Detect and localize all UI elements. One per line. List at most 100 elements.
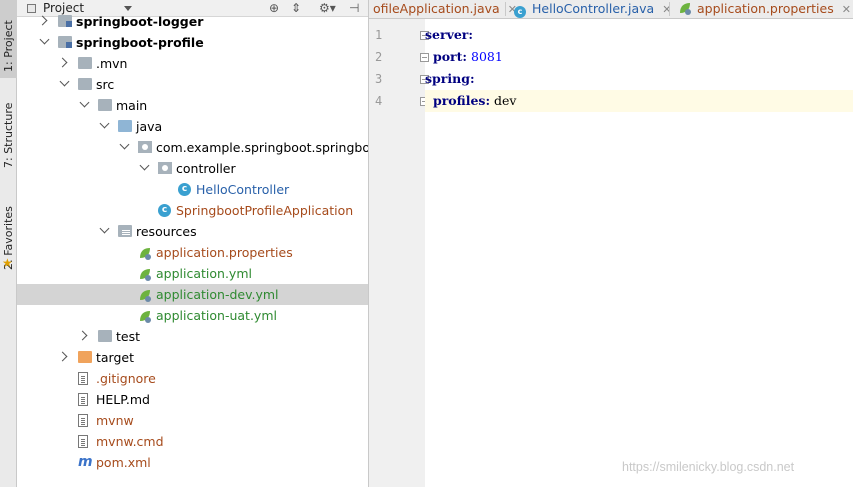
tree-node-label: .gitignore xyxy=(96,371,156,386)
tree-node[interactable]: application.yml xyxy=(17,263,368,284)
tree-node-label: application-uat.yml xyxy=(156,308,277,323)
tree-node-label: SpringbootProfileApplication xyxy=(176,203,354,218)
chevron-down-icon[interactable] xyxy=(99,118,110,129)
tab-divider xyxy=(669,2,670,16)
chevron-down-icon[interactable] xyxy=(119,139,130,150)
tree-node-label: .mvn xyxy=(96,56,128,71)
editor-tab-label: ofileApplication.java xyxy=(373,1,500,16)
text-file-icon xyxy=(78,393,88,406)
tool-window-stripe: 1: Project 7: Structure 2: Favorites ★ xyxy=(0,0,17,487)
module-folder-icon xyxy=(58,36,72,48)
chevron-right-icon[interactable] xyxy=(37,15,48,26)
chevron-down-icon[interactable] xyxy=(139,160,150,171)
tree-node-label: mvnw.cmd xyxy=(96,434,164,449)
spring-config-icon xyxy=(678,1,692,15)
yaml-value: dev xyxy=(490,93,517,108)
tree-node[interactable]: target xyxy=(17,347,368,368)
tree-node[interactable]: java xyxy=(17,116,368,137)
tree-node-label: test xyxy=(116,329,141,344)
tree-node[interactable]: springboot-logger xyxy=(17,11,368,32)
chevron-down-icon[interactable] xyxy=(99,223,110,234)
tree-node[interactable]: mvnw.cmd xyxy=(17,431,368,452)
tree-node[interactable]: .gitignore xyxy=(17,368,368,389)
tree-node[interactable]: test xyxy=(17,326,368,347)
tree-node-label: springboot-profile xyxy=(76,35,204,50)
close-icon[interactable]: ✕ xyxy=(662,3,671,16)
tree-node-label: java xyxy=(136,119,163,134)
package-icon xyxy=(158,162,172,174)
folder-icon xyxy=(98,330,112,342)
structure-tool-tab[interactable]: 7: Structure xyxy=(0,88,17,168)
folder-icon xyxy=(78,78,92,90)
spring-boot-class-icon: c xyxy=(158,204,171,217)
project-tool-tab[interactable]: 1: Project xyxy=(0,0,17,78)
tree-node[interactable]: application-dev.yml xyxy=(17,284,368,305)
text-file-icon xyxy=(78,435,88,448)
tree-node[interactable]: m pom.xml xyxy=(17,452,368,473)
tree-node-label: resources xyxy=(136,224,197,239)
tab-divider xyxy=(505,2,506,16)
code-line[interactable]: server: xyxy=(425,24,473,46)
structure-tool-tab-label: 7: Structure xyxy=(2,102,15,168)
line-number: 3 xyxy=(375,72,383,86)
tree-node[interactable]: c HelloController xyxy=(17,179,368,200)
tree-node-label: application.properties xyxy=(156,245,293,260)
excluded-folder-icon xyxy=(78,351,92,363)
tree-node-label: HELP.md xyxy=(96,392,150,407)
code-line[interactable]: spring: xyxy=(425,68,475,90)
close-icon[interactable]: ✕ xyxy=(842,3,851,16)
spring-config-icon xyxy=(138,309,152,323)
tree-node-label: springboot-logger xyxy=(76,14,204,29)
tree-node[interactable]: .mvn xyxy=(17,53,368,74)
chevron-right-icon[interactable] xyxy=(57,351,68,362)
editor-tab[interactable]: c HelloController.java ✕ xyxy=(510,0,671,18)
code-line[interactable]: profiles: dev xyxy=(425,90,853,112)
editor-tab[interactable]: application.properties ✕ xyxy=(674,0,852,18)
tree-node[interactable]: application-uat.yml xyxy=(17,305,368,326)
module-folder-icon xyxy=(58,15,72,27)
chevron-down-icon[interactable] xyxy=(59,76,70,87)
editor-tab-bar: ofileApplication.java ✕ c HelloController.j… xyxy=(369,0,853,19)
yaml-value: 8081 xyxy=(467,49,503,64)
editor-tab[interactable]: ofileApplication.java ✕ xyxy=(369,0,517,18)
text-file-icon xyxy=(78,414,88,427)
source-folder-icon xyxy=(118,120,132,132)
project-panel: Project ⊕ ⇕ ⚙▾ ⊣ springboot-logger spring… xyxy=(17,0,369,487)
line-number: 1 xyxy=(375,28,383,42)
class-icon: c xyxy=(514,6,526,18)
folder-icon xyxy=(78,57,92,69)
tree-node[interactable]: springboot-profile xyxy=(17,32,368,53)
code-line[interactable]: port: 8081 xyxy=(425,46,503,68)
chevron-down-icon[interactable] xyxy=(79,97,90,108)
spring-config-icon xyxy=(138,246,152,260)
editor-tab-label: HelloController.java xyxy=(532,1,655,16)
tree-node-label: HelloController xyxy=(196,182,290,197)
line-number: 4 xyxy=(375,94,383,108)
editor-content[interactable]: server: port: 8081 spring: profiles: dev xyxy=(425,19,853,487)
tree-node[interactable]: c SpringbootProfileApplication xyxy=(17,200,368,221)
tree-node[interactable]: src xyxy=(17,74,368,95)
chevron-down-icon[interactable] xyxy=(39,34,50,45)
package-icon xyxy=(138,141,152,153)
chevron-right-icon[interactable] xyxy=(77,330,88,341)
yaml-key: port: xyxy=(432,49,468,64)
editor-tab-label: application.properties xyxy=(697,1,834,16)
tree-node[interactable]: mvnw xyxy=(17,410,368,431)
tree-node-label: com.example.springboot.springboot xyxy=(156,140,369,155)
class-icon: c xyxy=(178,183,191,196)
spring-config-icon xyxy=(138,288,152,302)
tree-node[interactable]: resources xyxy=(17,221,368,242)
tree-node[interactable]: com.example.springboot.springboot xyxy=(17,137,369,158)
tree-node-label: pom.xml xyxy=(96,455,151,470)
yaml-key: profiles: xyxy=(432,93,491,108)
chevron-right-icon[interactable] xyxy=(57,57,68,68)
folder-icon xyxy=(98,99,112,111)
tree-node-label: application.yml xyxy=(156,266,252,281)
tree-node[interactable]: main xyxy=(17,95,368,116)
tree-node[interactable]: controller xyxy=(17,158,368,179)
tree-node[interactable]: HELP.md xyxy=(17,389,368,410)
tree-node[interactable]: application.properties xyxy=(17,242,368,263)
tree-node-label: main xyxy=(116,98,148,113)
